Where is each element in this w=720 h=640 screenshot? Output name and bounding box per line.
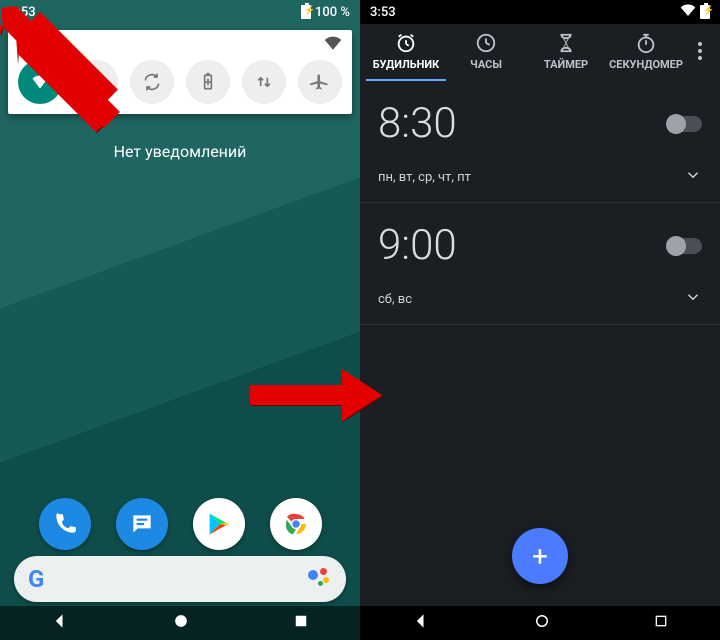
- tab-alarm-label: БУДИЛЬНИК: [373, 58, 440, 71]
- app-chrome[interactable]: [270, 498, 322, 550]
- overflow-menu[interactable]: [686, 42, 714, 72]
- qs-dnd[interactable]: [74, 60, 118, 104]
- tab-timer[interactable]: ТАЙМЕР: [526, 32, 606, 81]
- nav-recents[interactable]: [653, 613, 669, 633]
- quick-settings-row: [18, 60, 342, 104]
- wifi-icon: [324, 36, 342, 54]
- qs-battery[interactable]: [186, 60, 230, 104]
- alarm-days: сб, вс: [378, 292, 412, 307]
- add-alarm-fab[interactable]: +: [512, 528, 568, 584]
- qs-data[interactable]: [242, 60, 286, 104]
- clock-app: 3:53 ⚡ БУДИЛЬНИК ЧАСЫ ТАЙМЕР СЕКУНДОМЕР: [360, 0, 720, 640]
- status-time: 3:53: [370, 5, 396, 20]
- app-play-store[interactable]: [193, 498, 245, 550]
- plus-icon: +: [532, 540, 548, 573]
- shade-date: Пт, 17: [18, 38, 54, 53]
- alarm-item[interactable]: 9:00 сб, вс: [360, 203, 720, 325]
- google-logo-icon: G: [28, 565, 44, 593]
- qs-wifi[interactable]: [18, 60, 62, 104]
- alarm-item[interactable]: 8:30 пн, вт, ср, чт, пт: [360, 81, 720, 203]
- no-notifications-label: Нет уведомлений: [0, 142, 360, 161]
- status-time[interactable]: 3:53: [10, 5, 36, 20]
- chevron-down-icon[interactable]: [684, 166, 702, 188]
- status-bar: 3:53 ⚡: [360, 0, 720, 24]
- tab-stopwatch-label: СЕКУНДОМЕР: [609, 58, 683, 71]
- alarm-toggle[interactable]: [668, 238, 702, 254]
- battery-percent: 100 %: [315, 5, 350, 20]
- tab-clock[interactable]: ЧАСЫ: [446, 32, 526, 81]
- app-messages[interactable]: [116, 498, 168, 550]
- qs-airplane[interactable]: [298, 60, 342, 104]
- alarm-toggle[interactable]: [668, 116, 702, 132]
- nav-recents[interactable]: [292, 612, 310, 634]
- home-screen: 3:53 ⚡ 100 % Пт, 17: [0, 0, 360, 640]
- tab-alarm[interactable]: БУДИЛЬНИК: [366, 32, 446, 81]
- battery-charging-icon: ⚡: [700, 5, 710, 19]
- dock: [0, 498, 360, 550]
- qs-autorotate[interactable]: [130, 60, 174, 104]
- assistant-icon[interactable]: [306, 566, 332, 592]
- status-bar: 3:53 ⚡ 100 %: [0, 0, 360, 24]
- app-phone[interactable]: [39, 498, 91, 550]
- nav-home[interactable]: [533, 612, 551, 634]
- nav-back[interactable]: [411, 611, 431, 635]
- tab-stopwatch[interactable]: СЕКУНДОМЕР: [606, 32, 686, 81]
- tab-clock-label: ЧАСЫ: [470, 58, 502, 71]
- alarm-days: пн, вт, ср, чт, пт: [378, 170, 471, 185]
- clock-tabs: БУДИЛЬНИК ЧАСЫ ТАЙМЕР СЕКУНДОМЕР: [360, 24, 720, 81]
- chevron-down-icon[interactable]: [684, 288, 702, 310]
- battery-charging-icon: ⚡: [301, 5, 311, 19]
- google-search-bar[interactable]: G: [14, 556, 346, 602]
- nav-home[interactable]: [171, 611, 191, 635]
- tab-timer-label: ТАЙМЕР: [544, 58, 588, 71]
- alarm-time[interactable]: 8:30: [378, 99, 457, 148]
- nav-back[interactable]: [50, 611, 70, 635]
- nav-bar: [0, 606, 360, 640]
- alarm-time[interactable]: 9:00: [378, 221, 457, 270]
- notification-shade[interactable]: Пт, 17: [8, 30, 352, 114]
- wifi-icon: [680, 4, 696, 20]
- nav-bar: [360, 606, 720, 640]
